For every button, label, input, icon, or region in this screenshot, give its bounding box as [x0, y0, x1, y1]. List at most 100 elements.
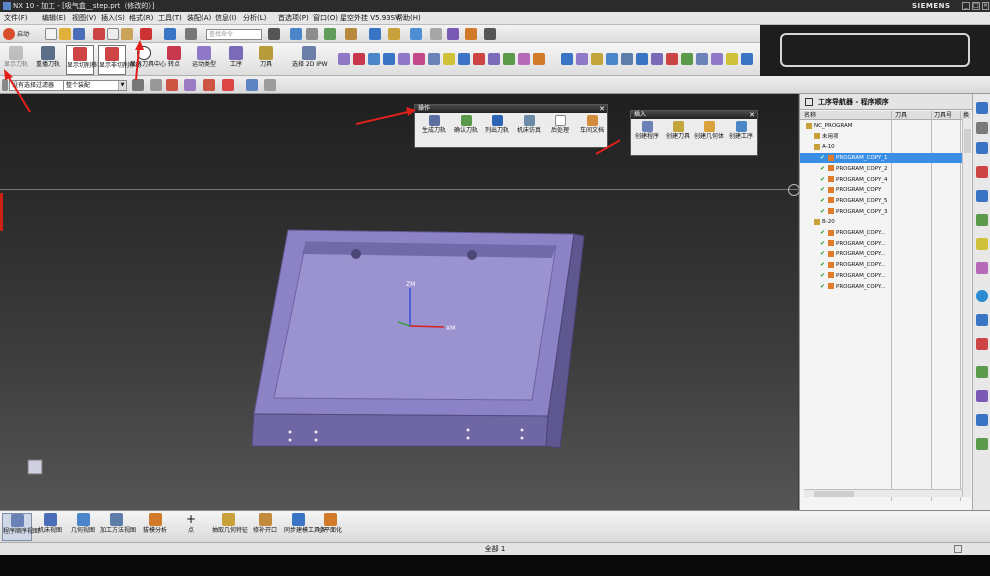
open-folder-icon[interactable] — [59, 28, 71, 40]
web-browser-icon[interactable] — [976, 262, 988, 274]
machining-tool-icon[interactable] — [503, 53, 515, 65]
help-icon[interactable] — [268, 28, 280, 40]
roles-icon[interactable] — [976, 366, 988, 378]
machining-tool-icon[interactable] — [606, 53, 618, 65]
point-button[interactable]: + 点 — [178, 513, 204, 541]
machining-tool-icon[interactable] — [353, 53, 365, 65]
machining-tool-icon[interactable] — [533, 53, 545, 65]
menu-info[interactable]: 信息(I) — [213, 13, 239, 24]
navigator-row[interactable]: ✔ PROGRAM_COPY... — [800, 249, 971, 259]
create-operation-button[interactable]: 创建工序 — [726, 121, 756, 145]
close-icon[interactable]: × — [982, 2, 989, 10]
machining-tool-icon[interactable] — [651, 53, 663, 65]
menu-file[interactable]: 文件(F) — [2, 13, 30, 24]
box-select-icon[interactable] — [222, 79, 234, 91]
machining-tool-icon[interactable] — [726, 53, 738, 65]
create-program-button[interactable]: 创建程序 — [632, 121, 662, 145]
menu-edit[interactable]: 编辑(E) — [40, 13, 68, 24]
navigator-row[interactable]: ✔ PROGRAM_COPY_4 — [800, 175, 971, 185]
pin-icon[interactable] — [805, 98, 813, 106]
wcs-icon[interactable] — [345, 28, 357, 40]
scroll-thumb[interactable] — [964, 129, 971, 153]
system-materials-icon[interactable] — [976, 314, 988, 326]
navigator-row[interactable]: ✔ PROGRAM_COPY... — [800, 271, 971, 281]
hd3d-icon[interactable] — [976, 190, 988, 202]
machining-tool-icon[interactable] — [681, 53, 693, 65]
motion-type-button[interactable]: 运动类型 — [190, 45, 218, 75]
menu-view[interactable]: 视图(V) — [70, 13, 98, 24]
part-navigator-icon[interactable] — [976, 142, 988, 154]
copy-icon[interactable] — [107, 28, 119, 40]
navigator-row[interactable]: B-20 — [800, 217, 971, 227]
machining-tool-icon[interactable] — [576, 53, 588, 65]
menu-tools[interactable]: 工具(T) — [156, 13, 184, 24]
machine-view-button[interactable]: 机床视图 — [35, 513, 65, 541]
new-file-icon[interactable] — [45, 28, 57, 40]
machining-tool-icon[interactable] — [561, 53, 573, 65]
machining-tool-icon[interactable] — [473, 53, 485, 65]
sync-modeling-button[interactable]: 同步建模工具条 — [284, 513, 326, 541]
assembly-navigator-icon[interactable] — [976, 102, 988, 114]
navigator-row[interactable]: ✔ PROGRAM_COPY... — [800, 239, 971, 249]
mid-point-icon[interactable] — [203, 79, 215, 91]
render-style-icon[interactable] — [306, 28, 318, 40]
program-order-view-button[interactable]: 程序顺序视图 — [2, 513, 39, 541]
machine-navigator-icon[interactable] — [976, 214, 988, 226]
navigator-row[interactable]: ✔ PROGRAM_COPY_3 — [800, 207, 971, 217]
hide-show-icon[interactable] — [465, 28, 477, 40]
menu-preferences[interactable]: 首选项(P) — [276, 13, 311, 24]
process-studio-icon[interactable] — [976, 338, 988, 350]
navigator-row[interactable]: ✔ PROGRAM_COPY_2 — [800, 164, 971, 174]
scroll-thumb[interactable] — [814, 491, 854, 497]
create-geometry-button[interactable]: 创建几何体 — [694, 121, 724, 145]
navigator-vertical-scrollbar[interactable] — [962, 119, 971, 497]
cut-icon[interactable] — [93, 28, 105, 40]
machining-tool-icon[interactable] — [398, 53, 410, 65]
menu-format[interactable]: 格式(R) — [127, 13, 155, 24]
machining-tool-icon[interactable] — [443, 53, 455, 65]
start-menu[interactable]: 启动· — [17, 29, 31, 38]
machining-tool-icon[interactable] — [383, 53, 395, 65]
machining-tool-icon[interactable] — [518, 53, 530, 65]
navigator-row[interactable]: ✔ PROGRAM_COPY — [800, 185, 971, 195]
palette-icon[interactable] — [976, 390, 988, 402]
status-toggle-icon[interactable] — [954, 545, 962, 553]
measure-icon[interactable] — [388, 28, 400, 40]
navigator-row[interactable]: ✔ PROGRAM_COPY_1 — [800, 153, 971, 164]
view-section-icon[interactable] — [410, 28, 422, 40]
menu-window[interactable]: 窗口(O) — [311, 13, 340, 24]
ruler-icon[interactable] — [484, 28, 496, 40]
column-name[interactable]: 名称 — [804, 111, 816, 120]
end-point-icon[interactable] — [184, 79, 196, 91]
cube-view-icon[interactable] — [246, 79, 258, 91]
machining-tool-icon[interactable] — [621, 53, 633, 65]
draft-analysis-button[interactable]: 拔模分析 — [140, 513, 170, 541]
snap-view-icon[interactable] — [369, 28, 381, 40]
machining-tool-icon[interactable] — [696, 53, 708, 65]
grid-icon[interactable] — [430, 28, 442, 40]
select-2d-ipw-button[interactable]: 选择 2D IPW — [292, 45, 328, 75]
command-finder-icon[interactable] — [185, 28, 197, 40]
navigator-row[interactable]: A-10 — [800, 142, 971, 152]
navigator-row[interactable]: 未用项 — [800, 132, 971, 142]
constraint-navigator-icon[interactable] — [976, 122, 988, 134]
system-scene-icon[interactable] — [976, 414, 988, 426]
orient-view-icon[interactable] — [290, 28, 302, 40]
welding-icon[interactable] — [976, 438, 988, 450]
create-tool-button[interactable]: 创建刀具 — [663, 121, 693, 145]
machining-tool-icon[interactable] — [488, 53, 500, 65]
delete-icon[interactable] — [140, 28, 152, 40]
machining-tool-icon[interactable] — [591, 53, 603, 65]
column-tool[interactable]: 刀具 — [895, 111, 907, 120]
navigator-row[interactable]: ✔ PROGRAM_COPY_5 — [800, 196, 971, 206]
navigator-row[interactable]: ✔ PROGRAM_COPY... — [800, 260, 971, 270]
machining-tool-icon[interactable] — [636, 53, 648, 65]
machining-tool-icon[interactable] — [413, 53, 425, 65]
start-icon[interactable] — [3, 28, 15, 40]
menu-plugin[interactable]: 星空外挂 V5.93SV — [338, 13, 402, 24]
tool-button[interactable]: 刀具 — [252, 45, 280, 75]
column-tool-number[interactable]: 刀具号 — [934, 111, 952, 120]
navigator-horizontal-scrollbar[interactable] — [804, 489, 962, 497]
machining-tool-icon[interactable] — [741, 53, 753, 65]
method-view-button[interactable]: 加工方法视图 — [100, 513, 136, 541]
